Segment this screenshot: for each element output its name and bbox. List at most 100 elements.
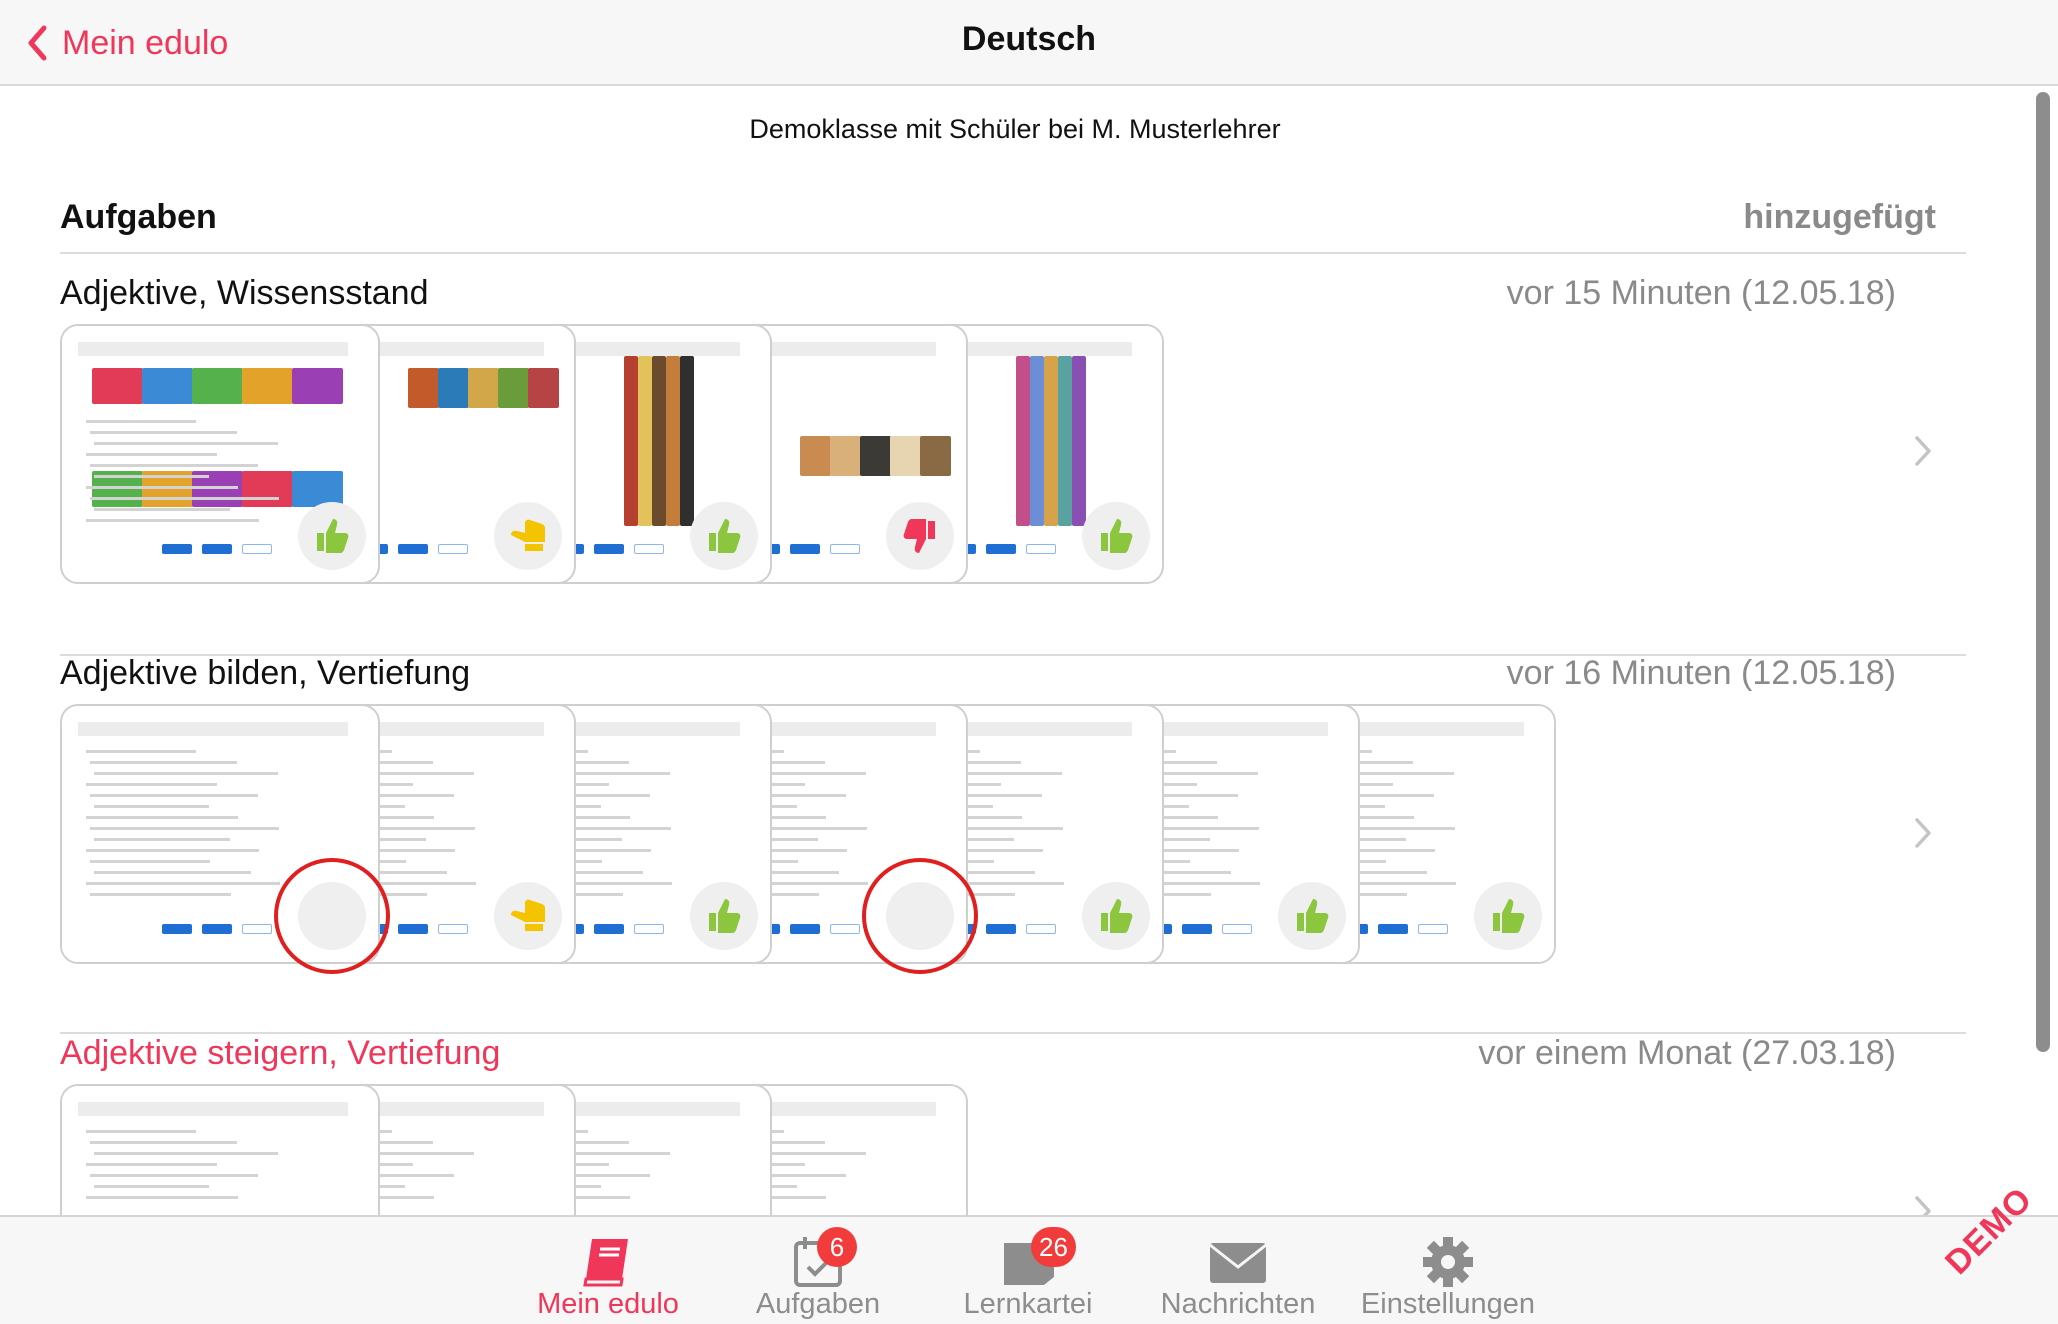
tab-nachrichten[interactable]: Nachrichten — [1133, 1229, 1343, 1321]
tab-einstellungen[interactable]: Einstellungen — [1343, 1229, 1553, 1321]
thumbnail-button — [1026, 544, 1056, 554]
task-group-title[interactable]: Adjektive steigern, Vertiefung — [60, 1034, 500, 1073]
task-group[interactable]: Adjektive, Wissensstand vor 15 Minuten (… — [60, 274, 1966, 656]
rating-badge — [1082, 502, 1150, 570]
rating-badge — [494, 502, 562, 570]
thumbnail-button — [986, 544, 1016, 554]
thumbnail-text-line — [90, 431, 237, 434]
thumbnail-button — [830, 924, 860, 934]
chevron-right-icon[interactable] — [1912, 434, 1934, 468]
thumbnail-header — [78, 722, 348, 736]
thumbnail-button — [634, 544, 664, 554]
thumbnail-button — [202, 544, 232, 554]
rating-badge — [298, 502, 366, 570]
thumbnail-text-line — [94, 475, 209, 478]
thumbnail-header — [78, 342, 348, 356]
thumbnail-button — [830, 544, 860, 554]
class-info: Demoklasse mit Schüler bei M. Musterlehr… — [749, 114, 1281, 144]
gear-icon — [1423, 1237, 1473, 1287]
envelope-icon — [1209, 1243, 1267, 1283]
thumbnail-text-line — [90, 1141, 237, 1144]
thumbs-side-icon — [511, 519, 545, 551]
thumbnail-text-line — [94, 508, 230, 511]
thumbnail-text-line — [94, 772, 278, 775]
thumbnail-button — [594, 544, 624, 554]
thumbnail-button — [438, 924, 468, 934]
notification-badge: 26 — [1031, 1227, 1076, 1267]
scrollbar[interactable] — [2036, 92, 2050, 1052]
rating-badge — [886, 502, 954, 570]
thumbnail-image — [498, 368, 529, 408]
main-content[interactable]: Demoklasse mit Schüler bei M. Musterlehr… — [0, 88, 2058, 1215]
book-icon — [583, 1239, 628, 1287]
rating-badge — [690, 502, 758, 570]
thumbnail-image — [438, 368, 469, 408]
thumbnail-text-line — [90, 1174, 258, 1177]
thumbs-up-icon — [317, 519, 349, 553]
thumbnail-image — [242, 368, 293, 404]
tab-label: Lernkartei — [963, 1288, 1093, 1320]
empty-rating-badge — [886, 882, 954, 950]
thumbnail-text-line — [90, 827, 279, 830]
page-title: Deutsch — [961, 20, 1097, 58]
task-group[interactable]: Adjektive steigern, Vertiefung vor einem… — [60, 1034, 1966, 1215]
thumbnail-image — [528, 368, 559, 408]
thumbs-up-icon — [1493, 899, 1525, 933]
thumbnail-image — [242, 471, 293, 507]
thumbnail-text-line — [90, 464, 258, 467]
thumbnail-button — [634, 924, 664, 934]
tab-lernkartei[interactable]: 26 Lernkartei — [923, 1227, 1133, 1321]
section-sort-label[interactable]: hinzugefügt — [1743, 198, 1936, 237]
thumbnail-button — [1222, 924, 1252, 934]
thumbnail-image — [680, 356, 694, 526]
thumbnail-image — [1044, 356, 1058, 526]
task-thumbnail-card[interactable] — [60, 1084, 380, 1215]
thumbnail-text-line — [94, 1185, 209, 1188]
tab-aufgaben[interactable]: 6 Aufgaben — [713, 1227, 923, 1321]
thumbnail-text-line — [90, 860, 210, 863]
task-group[interactable]: Adjektive bilden, Vertiefung vor 16 Minu… — [60, 654, 1966, 1036]
thumbnail-text-line — [86, 1130, 196, 1133]
thumbs-up-icon — [1101, 899, 1133, 933]
thumbnail-image — [468, 368, 499, 408]
thumbnail-button — [1418, 924, 1448, 934]
thumbnail-button — [594, 924, 624, 934]
thumbnail-text-line — [86, 750, 196, 753]
task-group-title[interactable]: Adjektive bilden, Vertiefung — [60, 654, 470, 693]
thumbnail-image — [1016, 356, 1030, 526]
thumbnail-text-line — [90, 893, 231, 896]
thumbnail-text-line — [86, 486, 238, 489]
tab-mein-edulo[interactable]: Mein edulo — [503, 1229, 713, 1321]
highlight-circle — [862, 858, 978, 974]
thumbnail-image — [292, 368, 343, 404]
navigation-bar: Mein edulo Deutsch — [0, 0, 2058, 86]
tab-bar: Mein edulo 6 Aufgaben 26 Lernkartei Nach… — [0, 1215, 2058, 1324]
thumbnail-image — [1058, 356, 1072, 526]
thumbnail-button — [790, 544, 820, 554]
thumbs-down-icon — [903, 519, 935, 553]
tab-label: Aufgaben — [755, 1288, 881, 1320]
thumbnail-image — [666, 356, 680, 526]
rating-badge — [1082, 882, 1150, 950]
tab-label: Einstellungen — [1360, 1288, 1536, 1320]
thumbnail-image — [408, 368, 439, 408]
chevron-right-icon[interactable] — [1912, 816, 1934, 850]
thumbs-up-icon — [709, 899, 741, 933]
thumbnail-image — [192, 368, 243, 404]
thumbnail-image — [624, 356, 638, 526]
thumbnail-text-line — [94, 838, 230, 841]
thumbnail-text-line — [86, 1163, 217, 1166]
tab-label: Mein edulo — [537, 1288, 679, 1320]
task-thumbnail-card[interactable] — [60, 324, 380, 584]
task-group-title[interactable]: Adjektive, Wissensstand — [60, 274, 429, 313]
notification-badge: 6 — [817, 1227, 857, 1267]
thumbnail-image — [638, 356, 652, 526]
thumbnail-text-line — [94, 805, 209, 808]
thumbnail-text-line — [94, 871, 251, 874]
chevron-right-icon[interactable] — [1912, 1194, 1934, 1215]
thumbnail-text-line — [90, 497, 279, 500]
rating-badge — [1278, 882, 1346, 950]
thumbs-side-icon — [511, 899, 545, 931]
thumbnail-button — [986, 924, 1016, 934]
thumbs-up-icon — [709, 519, 741, 553]
